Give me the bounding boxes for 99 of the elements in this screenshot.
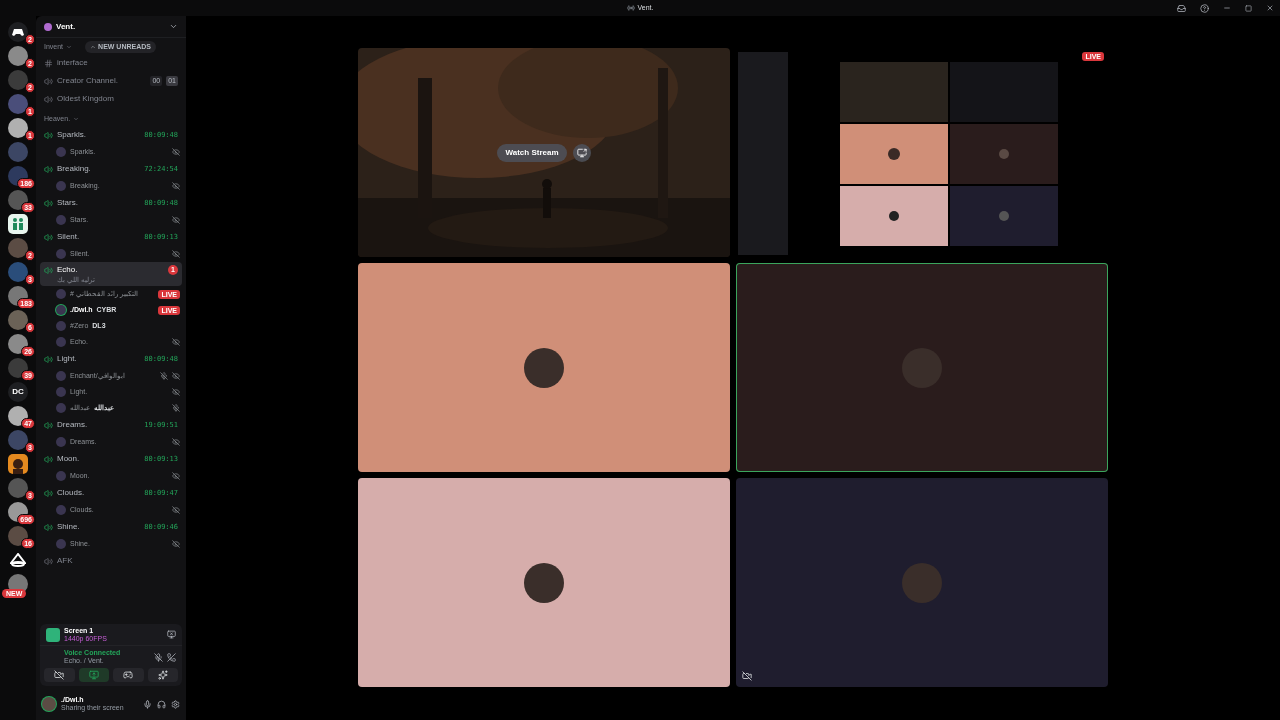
- microphone-icon: [143, 699, 152, 709]
- channel-name: Oldest Kingdom: [57, 93, 114, 105]
- controller-icon: [12, 27, 24, 37]
- screen-share-icon: [88, 670, 99, 680]
- crossed-eye-icon: [172, 506, 180, 514]
- channel-name: Echo.: [57, 264, 78, 276]
- speaker-icon: [626, 4, 635, 12]
- speaker-icon: [44, 522, 53, 532]
- channel-item[interactable]: interface: [40, 54, 182, 72]
- ring-logo-icon: [10, 553, 26, 567]
- speaker-icon: [44, 420, 53, 430]
- user-avatar: [56, 147, 66, 157]
- speaker-icon: [44, 94, 53, 104]
- channel-item[interactable]: AFK: [40, 552, 182, 570]
- user-avatar[interactable]: [42, 697, 56, 711]
- headphones-icon: [157, 699, 166, 709]
- settings-icon: [171, 699, 180, 709]
- crossed-eye-icon: [172, 540, 180, 548]
- chevron-down-icon: [66, 44, 73, 50]
- sparkles-icon: [157, 670, 168, 680]
- help-icon: [1200, 3, 1209, 13]
- person-icon: [11, 458, 25, 474]
- user-avatar: [524, 562, 564, 603]
- speaker-icon: [44, 76, 53, 86]
- crossed-eye-icon: [172, 216, 180, 224]
- participant-tile[interactable]: [736, 263, 1108, 472]
- hash-icon: [44, 58, 53, 68]
- chevron-down-icon: [169, 22, 178, 31]
- stream-thumbnail: [46, 627, 60, 642]
- voice-action-button[interactable]: [147, 668, 178, 682]
- speaker-icon: [44, 454, 53, 464]
- crossed-eye-icon: [172, 182, 180, 190]
- speaker-icon: [44, 556, 53, 566]
- server-avatar[interactable]: [8, 118, 28, 138]
- user-avatar: [56, 471, 66, 481]
- voice-action-button[interactable]: [44, 668, 75, 682]
- chevron-up-icon: [90, 44, 97, 50]
- channel-name: Light.: [57, 353, 77, 365]
- participant-tile[interactable]: [358, 263, 730, 472]
- participant-tile[interactable]: [358, 478, 730, 687]
- inbox-icon: [1177, 3, 1186, 13]
- camera-off-icon: [742, 671, 752, 681]
- crossed-eye-icon: [172, 250, 180, 258]
- server-initials[interactable]: DC: [8, 382, 28, 402]
- channel-name: Sparkls.: [57, 129, 86, 141]
- server-icon[interactable]: [8, 454, 28, 474]
- user-avatar: [56, 437, 66, 447]
- crossed-eye-icon: [172, 372, 180, 380]
- speaker-icon: [44, 232, 53, 242]
- channel-name: AFK: [57, 555, 73, 567]
- user-avatar: [56, 505, 66, 515]
- channel-name: Creator Channel.: [57, 75, 118, 87]
- minimize-icon: [1223, 4, 1231, 12]
- speaker-icon: [44, 130, 53, 140]
- participant-tile[interactable]: [736, 478, 1108, 687]
- crossed-eye-icon: [172, 438, 180, 446]
- channel-name: Dreams.: [57, 419, 88, 431]
- server-icon[interactable]: [8, 214, 28, 234]
- user-avatar: [56, 181, 66, 191]
- server-icon[interactable]: [8, 550, 28, 570]
- speaker-icon: [44, 354, 53, 364]
- crossed-eye-icon: [172, 338, 180, 346]
- speaker-icon: [44, 164, 53, 174]
- screen-add-icon: [576, 147, 587, 158]
- voice-action-button[interactable]: [113, 668, 144, 682]
- channel-name: Breaking.: [57, 163, 91, 175]
- user-avatar: [56, 215, 66, 225]
- channel-name: Moon.: [57, 453, 80, 465]
- crossed-eye-icon: [172, 388, 180, 396]
- disconnect-icon: [167, 652, 176, 662]
- maximize-icon: [1245, 4, 1252, 12]
- stream-tile[interactable]: Watch Stream: [358, 48, 730, 257]
- channel-name: Silent.: [57, 231, 80, 243]
- user-avatar: [524, 347, 564, 388]
- speaker-icon: [44, 488, 53, 498]
- mic-off-icon: [160, 372, 168, 380]
- camera-off-icon: [54, 670, 65, 680]
- chevron-down-icon: [73, 116, 80, 122]
- channel-item[interactable]: Oldest Kingdom: [40, 90, 182, 108]
- channel-name: Stars.: [57, 197, 78, 209]
- channel-name: Clouds.: [57, 487, 85, 499]
- speaker-icon: [44, 265, 53, 275]
- server-name[interactable]: Vent.: [56, 20, 76, 33]
- figures-icon: [11, 217, 25, 231]
- user-avatar: [56, 539, 66, 549]
- server-avatar[interactable]: [8, 46, 28, 66]
- stop-stream-icon: [167, 630, 176, 639]
- server-icon: [44, 22, 52, 31]
- user-avatar: [902, 562, 942, 603]
- close-icon: [1266, 4, 1274, 12]
- channel-name: interface: [57, 57, 88, 69]
- gamepad-icon: [123, 670, 134, 680]
- channel-name: Shine.: [57, 521, 80, 533]
- speaker-icon: [44, 198, 53, 208]
- crossed-eye-icon: [172, 148, 180, 156]
- app-logo[interactable]: [8, 22, 28, 42]
- mic-off-icon: [172, 404, 180, 412]
- user-avatar: [56, 249, 66, 259]
- crossed-eye-icon: [172, 472, 180, 480]
